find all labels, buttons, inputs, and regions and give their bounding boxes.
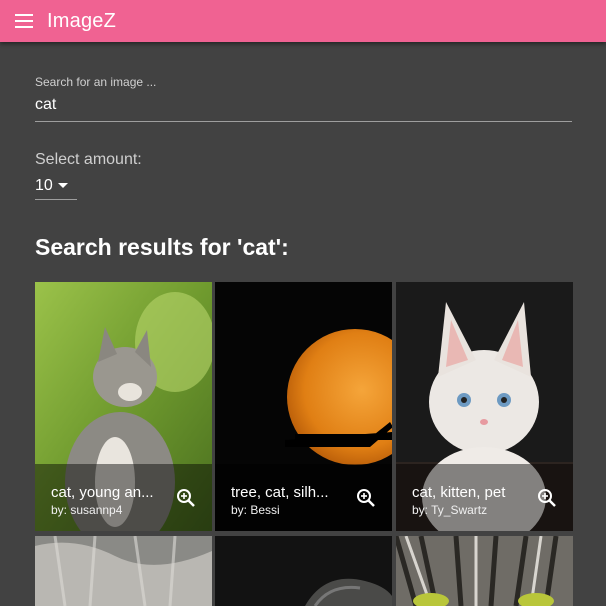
- image-tile[interactable]: [396, 536, 573, 606]
- tile-caption: tree, cat, silh... by: Bessi: [215, 464, 392, 531]
- search-label: Search for an image ...: [35, 75, 157, 89]
- app-title: ImageZ: [47, 9, 117, 32]
- image-tile[interactable]: cat, kitten, pet by: Ty_Swartz: [396, 282, 573, 531]
- tile-caption: cat, young an... by: susannp4: [35, 464, 212, 531]
- tile-title: tree, cat, silh...: [231, 484, 329, 501]
- fur-closeup-image: [35, 536, 212, 606]
- image-tile[interactable]: [35, 536, 212, 606]
- menu-icon[interactable]: [13, 10, 35, 32]
- tile-author: by: Bessi: [231, 503, 280, 517]
- dark-cat-image: [215, 536, 392, 606]
- zoom-in-icon[interactable]: [176, 488, 196, 508]
- tabby-cat-image: [396, 536, 573, 606]
- results-heading: Search results for 'cat':: [35, 234, 289, 260]
- search-field[interactable]: Search for an image ...: [35, 72, 572, 122]
- image-tile[interactable]: cat, young an... by: susannp4: [35, 282, 212, 531]
- tile-title: cat, kitten, pet: [412, 484, 506, 501]
- image-tile[interactable]: [215, 536, 392, 606]
- image-tile[interactable]: tree, cat, silh... by: Bessi: [215, 282, 392, 531]
- amount-label: Select amount:: [35, 151, 142, 168]
- amount-select[interactable]: 10: [35, 172, 77, 200]
- dropdown-arrow-icon: [57, 183, 68, 188]
- tile-author: by: susannp4: [51, 503, 123, 517]
- zoom-in-icon[interactable]: [356, 488, 376, 508]
- search-input[interactable]: [35, 96, 572, 114]
- zoom-in-icon[interactable]: [537, 488, 557, 508]
- amount-value: 10: [35, 176, 53, 194]
- app-bar: ImageZ: [0, 0, 606, 42]
- tile-caption: cat, kitten, pet by: Ty_Swartz: [396, 464, 573, 531]
- tile-title: cat, young an...: [51, 484, 154, 501]
- tile-author: by: Ty_Swartz: [412, 503, 488, 517]
